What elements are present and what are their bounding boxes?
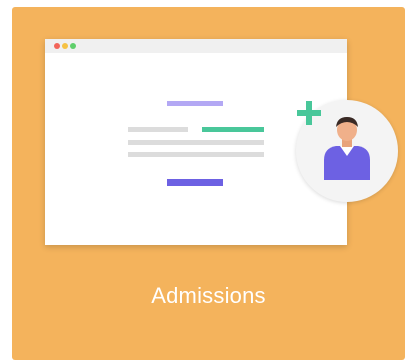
browser-title-bar xyxy=(45,39,347,53)
placeholder-button xyxy=(167,179,223,186)
plus-icon xyxy=(297,101,321,125)
placeholder-line xyxy=(167,101,223,106)
placeholder-line xyxy=(128,127,188,132)
admissions-tile[interactable]: Admissions xyxy=(12,7,405,360)
placeholder-line xyxy=(128,140,264,145)
maximize-dot-icon xyxy=(70,43,76,49)
user-avatar-icon xyxy=(296,100,398,202)
placeholder-line xyxy=(202,127,264,132)
close-dot-icon xyxy=(54,43,60,49)
tile-label: Admissions xyxy=(151,283,266,308)
minimize-dot-icon xyxy=(62,43,68,49)
placeholder-line xyxy=(128,152,264,157)
